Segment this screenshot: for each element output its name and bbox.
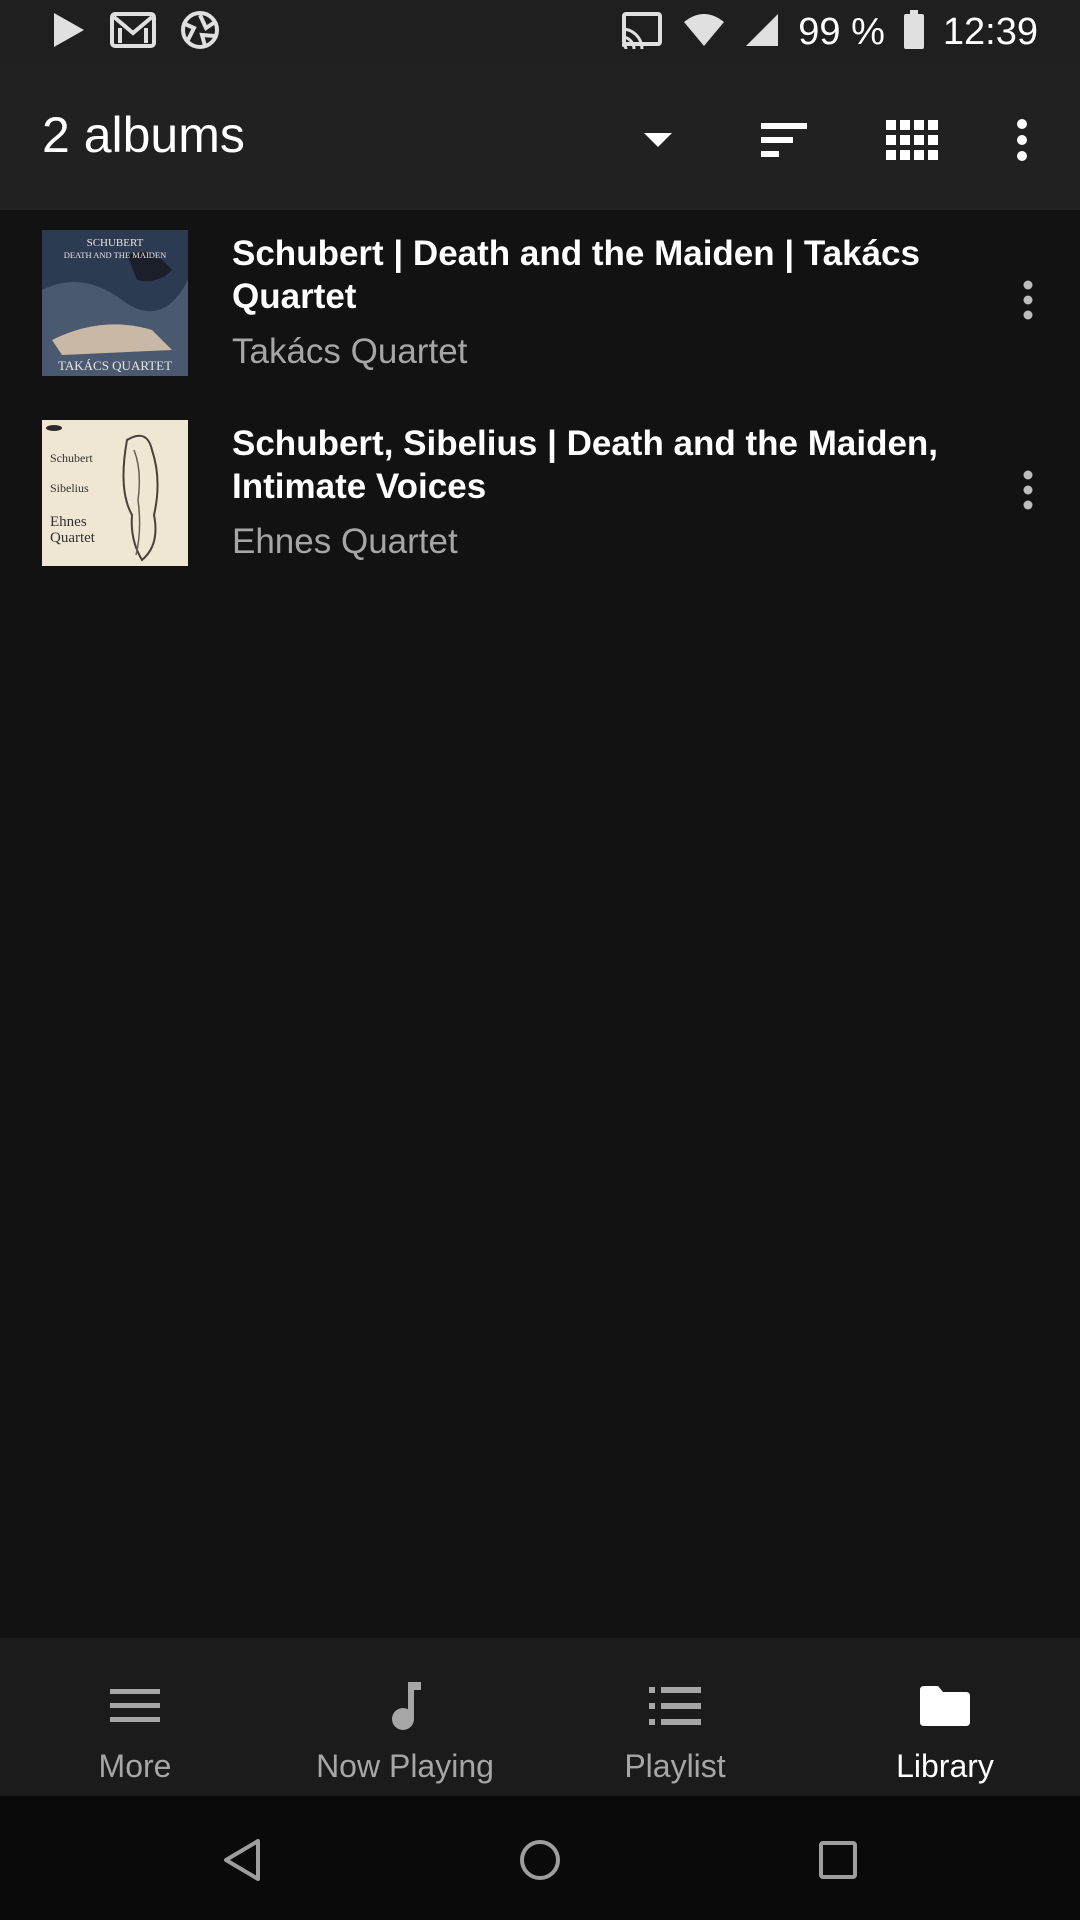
album-overflow-menu-icon[interactable]: [998, 270, 1058, 330]
album-title: Schubert, Sibelius | Death and the Maide…: [232, 424, 939, 506]
cell-signal-icon: [744, 12, 780, 53]
folder-icon: [915, 1676, 975, 1736]
album-title: Schubert | Death and the Maiden | Takács…: [232, 234, 920, 316]
album-art[interactable]: Schubert Sibelius Ehnes Quartet: [42, 420, 188, 566]
svg-text:Schubert: Schubert: [50, 451, 93, 465]
home-icon[interactable]: [510, 1830, 570, 1890]
page-title: 2 albums: [42, 107, 245, 163]
app-bar: 2 albums: [0, 64, 1080, 210]
battery-icon: [903, 9, 925, 55]
battery-percent: 99 %: [798, 10, 885, 53]
overflow-menu-icon[interactable]: [986, 104, 1058, 176]
nav-item-more[interactable]: More: [0, 1638, 270, 1796]
album-row[interactable]: SCHUBERT DEATH AND THE MAIDEN TAKÁCS QUA…: [0, 210, 1080, 400]
svg-text:TAKÁCS QUARTET: TAKÁCS QUARTET: [58, 358, 172, 373]
nav-item-library[interactable]: Library: [810, 1638, 1080, 1796]
cast-icon: [620, 11, 664, 54]
sort-icon[interactable]: [748, 104, 820, 176]
nav-item-now-playing[interactable]: Now Playing: [270, 1638, 540, 1796]
svg-text:Sibelius: Sibelius: [50, 481, 89, 495]
play-icon: [52, 11, 86, 54]
svg-text:Quartet: Quartet: [50, 530, 96, 546]
back-icon[interactable]: [212, 1830, 272, 1890]
nav-label: Library: [896, 1748, 994, 1784]
album-list: SCHUBERT DEATH AND THE MAIDEN TAKÁCS QUA…: [0, 210, 1080, 590]
recents-icon[interactable]: [808, 1830, 868, 1890]
dropdown-arrow-icon[interactable]: [622, 104, 694, 176]
album-art[interactable]: SCHUBERT DEATH AND THE MAIDEN TAKÁCS QUA…: [42, 230, 188, 376]
nav-label: More: [98, 1748, 172, 1784]
grid-view-icon[interactable]: [876, 104, 948, 176]
album-artist: Ehnes Quartet: [232, 522, 458, 561]
nav-label: Now Playing: [316, 1748, 494, 1784]
album-row[interactable]: Schubert Sibelius Ehnes Quartet Schubert…: [0, 400, 1080, 590]
wifi-icon: [682, 12, 726, 53]
svg-text:SCHUBERT: SCHUBERT: [87, 237, 144, 249]
svg-text:Ehnes: Ehnes: [50, 514, 87, 530]
hamburger-icon: [105, 1676, 165, 1736]
album-overflow-menu-icon[interactable]: [998, 460, 1058, 520]
camera-aperture-icon: [180, 10, 220, 55]
status-bar: 99 % 12:39: [0, 0, 1080, 64]
nav-label: Playlist: [624, 1748, 726, 1784]
album-artist: Takács Quartet: [232, 332, 468, 371]
list-icon: [645, 1676, 705, 1736]
gmail-icon: [110, 11, 156, 54]
svg-text:DEATH AND THE MAIDEN: DEATH AND THE MAIDEN: [64, 250, 167, 260]
clock: 12:39: [942, 10, 1038, 53]
system-navigation-bar: [0, 1796, 1080, 1920]
nav-item-playlist[interactable]: Playlist: [540, 1638, 810, 1796]
bottom-navigation: More Now Playing Playlist Library: [0, 1638, 1080, 1796]
music-note-icon: [375, 1676, 435, 1736]
